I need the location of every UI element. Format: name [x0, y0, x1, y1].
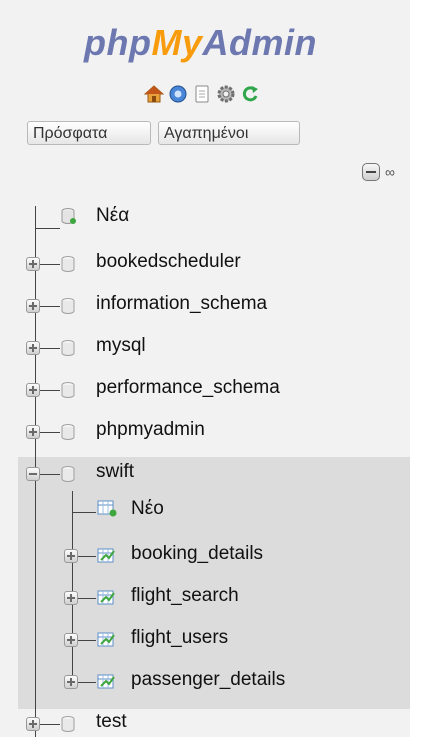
new-database-icon: [61, 208, 76, 224]
new-table-link[interactable]: Νέο: [131, 498, 164, 520]
tree-connector: [72, 491, 73, 681]
expand-icon[interactable]: [64, 675, 78, 689]
tree-connector: [78, 682, 96, 683]
expand-icon[interactable]: [64, 591, 78, 605]
recent-tab-button[interactable]: Πρόσφατα: [27, 121, 151, 145]
reload-icon[interactable]: [240, 84, 260, 104]
expand-icon[interactable]: [26, 341, 40, 355]
sql-docs-icon[interactable]: [192, 84, 212, 104]
table-icon: [97, 548, 115, 563]
database-icon: [61, 256, 75, 272]
expand-icon[interactable]: [64, 549, 78, 563]
collapse-icon[interactable]: [26, 467, 40, 481]
table-link-booking-details[interactable]: booking_details: [131, 543, 263, 565]
tree-connector: [40, 348, 60, 349]
new-database-link[interactable]: Νέα: [96, 205, 129, 227]
tree-connector: [35, 228, 60, 229]
database-link-performance-schema[interactable]: performance_schema: [96, 377, 280, 399]
database-link-information-schema[interactable]: information_schema: [96, 293, 267, 315]
tree-connector: [40, 432, 60, 433]
expand-icon[interactable]: [26, 299, 40, 313]
tree-connector: [72, 512, 96, 513]
table-icon: [97, 590, 115, 605]
tree-connector: [78, 598, 96, 599]
tree-connector: [78, 556, 96, 557]
database-link-swift[interactable]: swift: [96, 461, 134, 483]
tree-connector: [40, 474, 60, 475]
tree-connector: [40, 390, 60, 391]
content-edge: [410, 0, 435, 737]
tree-connector: [40, 306, 60, 307]
expand-icon[interactable]: [26, 383, 40, 397]
database-icon: [61, 424, 75, 440]
database-link-bookedscheduler[interactable]: bookedscheduler: [96, 251, 241, 273]
database-icon: [61, 340, 75, 356]
table-link-flight-users[interactable]: flight_users: [131, 627, 228, 649]
logo-my: My: [151, 22, 203, 63]
expand-icon[interactable]: [64, 633, 78, 647]
link-with-main-panel-icon[interactable]: ∞: [385, 164, 395, 180]
home-icon[interactable]: [144, 84, 164, 104]
new-table-icon: [97, 500, 117, 517]
database-link-phpmyadmin[interactable]: phpmyadmin: [96, 419, 205, 441]
table-icon: [97, 674, 115, 689]
favorites-tab-button[interactable]: Αγαπημένοι: [158, 121, 300, 145]
logo-admin: Admin: [202, 22, 317, 63]
expand-icon[interactable]: [26, 425, 40, 439]
table-link-passenger-details[interactable]: passenger_details: [131, 669, 285, 691]
database-icon: [61, 716, 75, 732]
database-icon: [61, 298, 75, 314]
logo-php: php: [84, 22, 152, 63]
table-link-flight-search[interactable]: flight_search: [131, 585, 239, 607]
phpmyadmin-logo[interactable]: phpMyAdmin: [84, 22, 317, 64]
database-link-test[interactable]: test: [96, 711, 127, 733]
expand-icon[interactable]: [26, 717, 40, 731]
docs-icon[interactable]: [168, 84, 188, 104]
tree-connector: [40, 724, 60, 725]
collapse-all-icon[interactable]: [362, 163, 380, 181]
tree-connector: [40, 264, 60, 265]
expand-icon[interactable]: [26, 257, 40, 271]
tree-connector: [78, 640, 96, 641]
database-link-mysql[interactable]: mysql: [96, 335, 146, 357]
settings-icon[interactable]: [216, 84, 236, 104]
table-icon: [97, 632, 115, 647]
database-icon: [61, 466, 75, 482]
database-icon: [61, 382, 75, 398]
